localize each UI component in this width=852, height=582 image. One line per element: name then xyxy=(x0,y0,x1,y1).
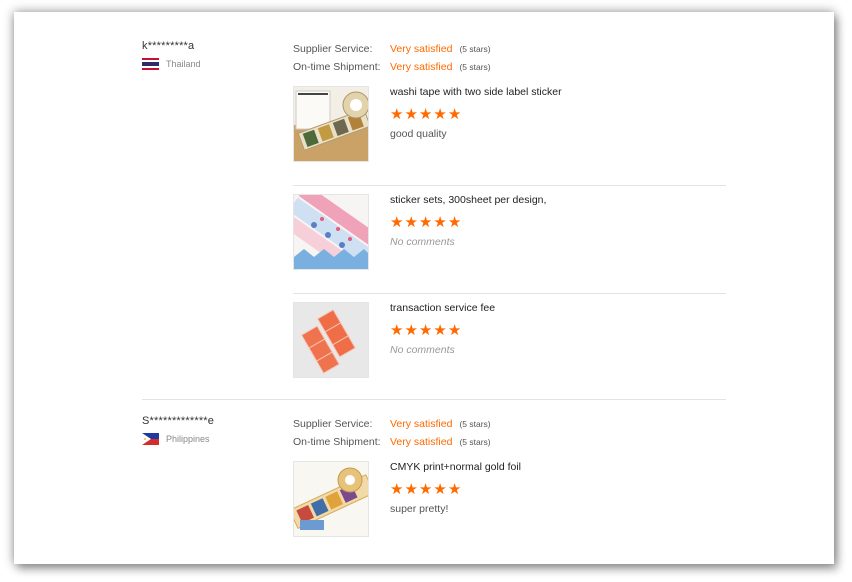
supplier-service-label: Supplier Service: xyxy=(293,43,373,55)
shipment-label: On-time Shipment: xyxy=(293,61,381,73)
shipment-stars: (5 stars) xyxy=(459,437,491,447)
star-icon: ★ xyxy=(404,322,419,339)
shipment-label: On-time Shipment: xyxy=(293,436,381,448)
star-icon: ★ xyxy=(433,481,448,498)
supplier-service-rating: Supplier Service: Very satisfied (5 star… xyxy=(293,415,491,433)
star-icon: ★ xyxy=(447,481,463,498)
star-icon: ★ xyxy=(404,481,419,498)
item-star-rating: ★★★★★ xyxy=(390,215,720,230)
star-icon: ★ xyxy=(390,481,405,498)
supplier-ratings: Supplier Service: Very satisfied (5 star… xyxy=(293,415,491,451)
supplier-service-label: Supplier Service: xyxy=(293,418,373,430)
buyer-name: k*********a xyxy=(142,40,195,52)
star-icon: ★ xyxy=(404,106,419,123)
product-thumbnail[interactable] xyxy=(293,194,369,270)
review-block-1: k*********a Thailand Supplier Service: V… xyxy=(142,40,726,390)
star-icon: ★ xyxy=(390,106,405,123)
shipment-stars: (5 stars) xyxy=(459,62,491,72)
buyer-info: k*********a Thailand xyxy=(142,40,282,70)
item-title[interactable]: CMYK print+normal gold foil xyxy=(390,461,720,473)
review-item: transaction service fee ★★★★★ No comment… xyxy=(293,294,726,401)
item-title[interactable]: washi tape with two side label sticker xyxy=(390,86,720,98)
country-name: Thailand xyxy=(166,59,201,69)
review-items: washi tape with two side label sticker ★… xyxy=(293,78,726,401)
star-icon: ★ xyxy=(447,106,463,123)
item-info: transaction service fee ★★★★★ No comment… xyxy=(390,302,720,356)
philippines-flag-icon xyxy=(142,433,159,445)
review-item: sticker sets, 300sheet per design, ★★★★★… xyxy=(293,186,726,294)
star-icon: ★ xyxy=(418,214,434,231)
buyer-name: S*************e xyxy=(142,415,215,427)
buyer-info: S*************e Philippines xyxy=(142,415,282,445)
star-icon: ★ xyxy=(418,106,434,123)
star-icon: ★ xyxy=(433,106,448,123)
star-icon: ★ xyxy=(390,322,405,339)
supplier-ratings: Supplier Service: Very satisfied (5 star… xyxy=(293,40,491,76)
star-icon: ★ xyxy=(418,481,434,498)
item-info: CMYK print+normal gold foil ★★★★★ super … xyxy=(390,461,720,515)
star-icon: ★ xyxy=(433,322,448,339)
supplier-service-stars: (5 stars) xyxy=(459,419,491,429)
item-title[interactable]: transaction service fee xyxy=(390,302,720,314)
shipment-rating: On-time Shipment: Very satisfied (5 star… xyxy=(293,433,491,451)
review-divider xyxy=(142,399,726,400)
supplier-service-stars: (5 stars) xyxy=(459,44,491,54)
star-icon: ★ xyxy=(433,214,448,231)
item-comment: good quality xyxy=(390,128,447,140)
review-item: CMYK print+normal gold foil ★★★★★ super … xyxy=(293,453,726,560)
item-star-rating: ★★★★★ xyxy=(390,323,720,338)
review-items: CMYK print+normal gold foil ★★★★★ super … xyxy=(293,453,726,560)
shipment-value: Very satisfied xyxy=(390,436,453,448)
product-thumbnail[interactable] xyxy=(293,302,369,378)
item-comment: No comments xyxy=(390,344,455,356)
country-name: Philippines xyxy=(166,434,210,444)
item-comment: super pretty! xyxy=(390,503,449,515)
item-title[interactable]: sticker sets, 300sheet per design, xyxy=(390,194,720,206)
buyer-country: Philippines xyxy=(142,433,282,445)
item-info: washi tape with two side label sticker ★… xyxy=(390,86,720,140)
thailand-flag-icon xyxy=(142,58,159,70)
star-icon: ★ xyxy=(447,214,463,231)
item-star-rating: ★★★★★ xyxy=(390,107,720,122)
star-icon: ★ xyxy=(390,214,405,231)
review-item: washi tape with two side label sticker ★… xyxy=(293,78,726,186)
review-block-2: S*************e Philippines Supplier Ser… xyxy=(142,415,726,545)
shipment-value: Very satisfied xyxy=(390,61,453,73)
supplier-service-value: Very satisfied xyxy=(390,43,453,55)
star-icon: ★ xyxy=(447,322,463,339)
star-icon: ★ xyxy=(404,214,419,231)
shipment-rating: On-time Shipment: Very satisfied (5 star… xyxy=(293,58,491,76)
item-comment: No comments xyxy=(390,236,455,248)
item-info: sticker sets, 300sheet per design, ★★★★★… xyxy=(390,194,720,248)
supplier-service-value: Very satisfied xyxy=(390,418,453,430)
supplier-service-rating: Supplier Service: Very satisfied (5 star… xyxy=(293,40,491,58)
star-icon: ★ xyxy=(418,322,434,339)
product-thumbnail[interactable] xyxy=(293,86,369,162)
product-thumbnail[interactable] xyxy=(293,461,369,537)
buyer-country: Thailand xyxy=(142,58,282,70)
item-star-rating: ★★★★★ xyxy=(390,482,720,497)
